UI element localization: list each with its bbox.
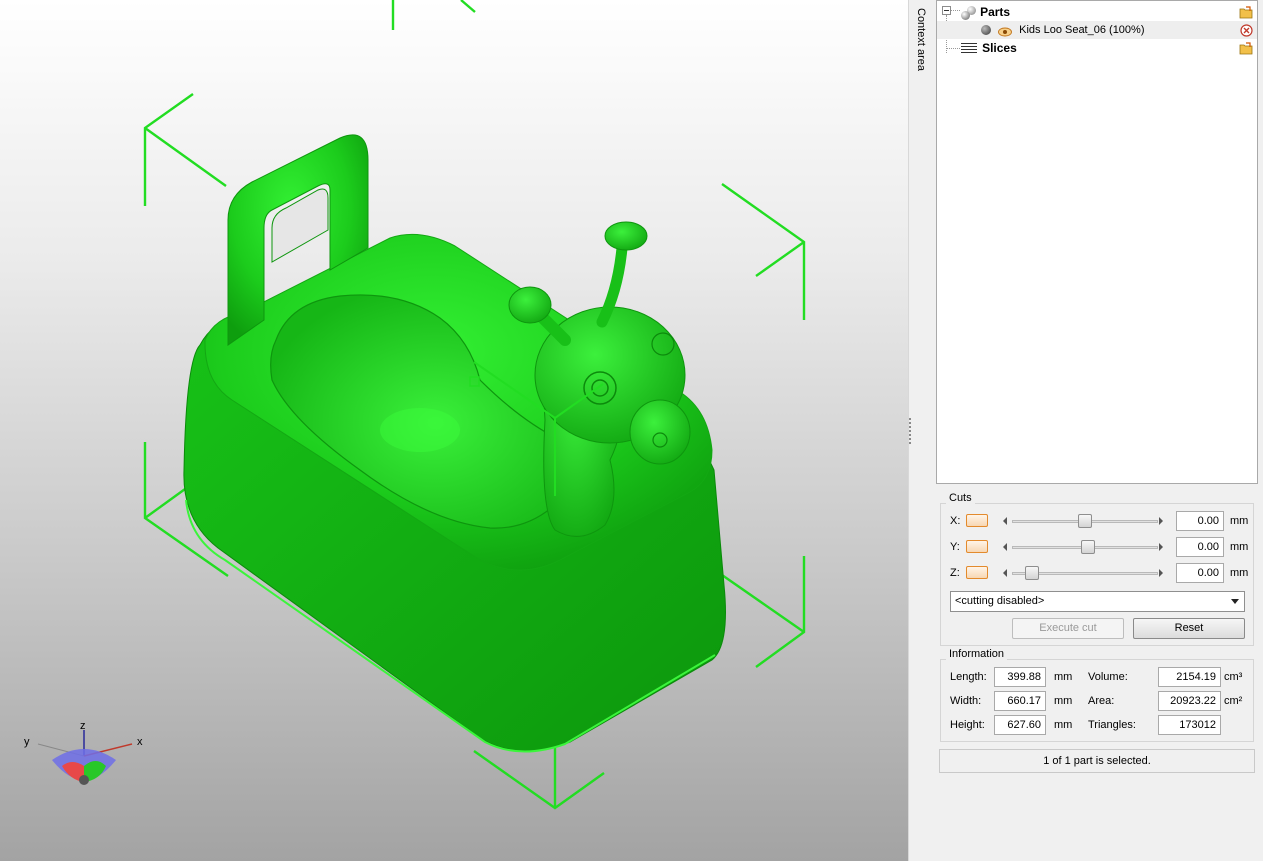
cut-z-label: Z: [950, 567, 960, 579]
volume-label: Volume: [1088, 671, 1128, 683]
height-value: 627.60 [994, 715, 1046, 735]
volume-value: 2154.19 [1158, 667, 1221, 687]
cut-y-unit: mm [1230, 541, 1249, 553]
import-slices-folder-icon[interactable] [1239, 42, 1253, 55]
part-dot-icon [981, 25, 991, 36]
triangles-value: 173012 [1158, 715, 1221, 735]
area-label: Area: [1088, 695, 1115, 707]
axis-gizmo: z y x [24, 720, 143, 785]
cut-x-slider-left-arrow[interactable] [1003, 517, 1007, 525]
model-kids-loo-seat[interactable] [183, 134, 726, 753]
width-unit: mm [1054, 695, 1073, 707]
width-value: 660.17 [994, 691, 1046, 711]
collapse-toggle-parts[interactable] [942, 6, 951, 15]
length-unit: mm [1054, 671, 1073, 683]
gizmo-z-label: z [80, 720, 86, 732]
slices-label: Slices [982, 41, 1017, 55]
volume-unit: cm³ [1224, 671, 1243, 683]
cut-z-slider-left-arrow[interactable] [1003, 569, 1007, 577]
object-tree[interactable]: Parts Kids Loo Seat_06 (100%) Slices [936, 0, 1258, 484]
cut-x-unit: mm [1230, 515, 1249, 527]
tree-item-kids-loo-seat[interactable]: Kids Loo Seat_06 (100%) [981, 21, 1145, 39]
cut-x-toggle[interactable] [966, 514, 988, 527]
execute-cut-button[interactable]: Execute cut [1012, 618, 1124, 639]
slices-icon [961, 43, 977, 56]
cut-x-slider-right-arrow[interactable] [1159, 517, 1163, 525]
height-label: Height: [950, 719, 985, 731]
cut-y-label: Y: [950, 541, 960, 553]
eye-visibility-icon[interactable] [998, 25, 1013, 37]
3d-viewport[interactable]: z y x [0, 0, 908, 861]
area-unit: cm² [1224, 695, 1243, 707]
scene-canvas[interactable]: z y x [0, 0, 908, 861]
reset-button[interactable]: Reset [1133, 618, 1245, 639]
cut-y-slider-right-arrow[interactable] [1159, 543, 1163, 551]
cuts-title: Cuts [946, 492, 975, 504]
selection-status: 1 of 1 part is selected. [939, 749, 1255, 773]
cut-z-toggle[interactable] [966, 566, 988, 579]
cut-y-slider-thumb[interactable] [1081, 540, 1095, 554]
import-part-folder-icon[interactable] [1239, 6, 1253, 19]
cut-y-slider-left-arrow[interactable] [1003, 543, 1007, 551]
cut-z-slider-right-arrow[interactable] [1159, 569, 1163, 577]
remove-part-icon[interactable] [1240, 24, 1254, 37]
cut-x-value-input[interactable]: 0.00 [1176, 511, 1224, 531]
splitter-grip[interactable] [909, 418, 911, 444]
area-value: 20923.22 [1158, 691, 1221, 711]
information-title: Information [946, 648, 1008, 660]
triangles-label: Triangles: [1088, 719, 1136, 731]
panel-splitter[interactable] [908, 0, 937, 861]
cut-y-toggle[interactable] [966, 540, 988, 553]
context-area-label[interactable]: Context area [915, 8, 927, 71]
cut-y-value-input[interactable]: 0.00 [1176, 537, 1224, 557]
width-label: Width: [950, 695, 982, 707]
length-label: Length: [950, 671, 987, 683]
height-unit: mm [1054, 719, 1073, 731]
length-value: 399.88 [994, 667, 1046, 687]
cut-z-slider-thumb[interactable] [1025, 566, 1039, 580]
cut-mode-select[interactable]: <cutting disabled> [950, 591, 1245, 612]
parts-icon [961, 6, 977, 21]
tree-item-parts[interactable]: Parts [961, 3, 1010, 21]
chevron-down-icon [1231, 599, 1239, 604]
cut-x-label: X: [950, 515, 961, 527]
cut-mode-selected-value: <cutting disabled> [955, 595, 1045, 607]
tree-item-slices[interactable]: Slices [961, 39, 1017, 57]
gizmo-y-label: y [24, 736, 30, 748]
cut-z-value-input[interactable]: 0.00 [1176, 563, 1224, 583]
gizmo-x-label: x [137, 736, 143, 748]
parts-label: Parts [980, 5, 1011, 19]
part-name-label: Kids Loo Seat_06 (100%) [1019, 24, 1145, 36]
cut-x-slider-thumb[interactable] [1078, 514, 1092, 528]
right-panel: Parts Kids Loo Seat_06 (100%) Slices Cut… [936, 0, 1263, 861]
cut-z-unit: mm [1230, 567, 1249, 579]
